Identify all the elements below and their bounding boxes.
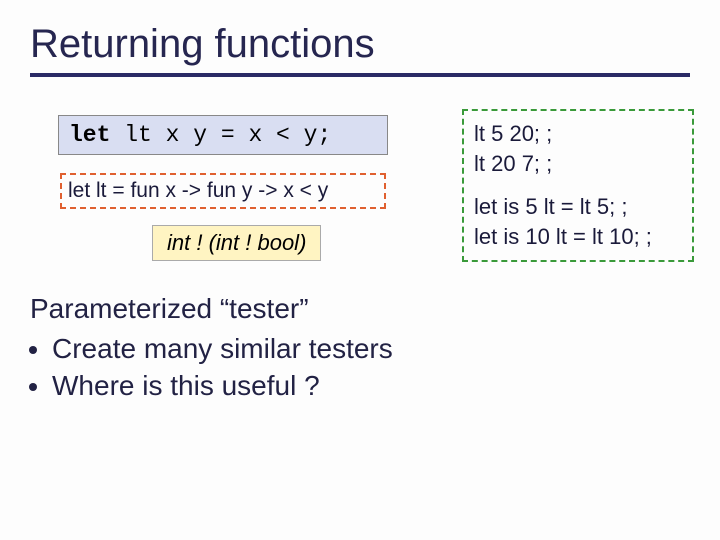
type-signature-box: int ! (int ! bool) [152, 225, 321, 261]
spacer [474, 178, 688, 192]
body-bullets: Create many similar testers Where is thi… [30, 331, 393, 404]
slide-title: Returning functions [30, 22, 690, 67]
code-keyword: let [69, 122, 110, 148]
example-line: let is 10 lt = lt 10; ; [474, 222, 688, 252]
example-line: lt 20 7; ; [474, 149, 688, 179]
desugared-box: let lt = fun x -> fun y -> x < y [60, 173, 386, 209]
examples-box: lt 5 20; ; lt 20 7; ; let is 5 lt = lt 5… [462, 109, 694, 262]
example-line: let is 5 lt = lt 5; ; [474, 192, 688, 222]
body-text: Parameterized “tester” Create many simil… [30, 291, 393, 404]
example-line: lt 5 20; ; [474, 119, 688, 149]
title-underline [30, 73, 690, 77]
code-definition-box: let lt x y = x < y; [58, 115, 388, 155]
bullet-item: Where is this useful ? [52, 368, 393, 404]
body-heading: Parameterized “tester” [30, 291, 393, 327]
code-rest: lt x y = x < y; [110, 122, 331, 148]
content-area: let lt x y = x < y; let lt = fun x -> fu… [30, 101, 690, 501]
slide: Returning functions let lt x y = x < y; … [0, 0, 720, 540]
bullet-item: Create many similar testers [52, 331, 393, 367]
